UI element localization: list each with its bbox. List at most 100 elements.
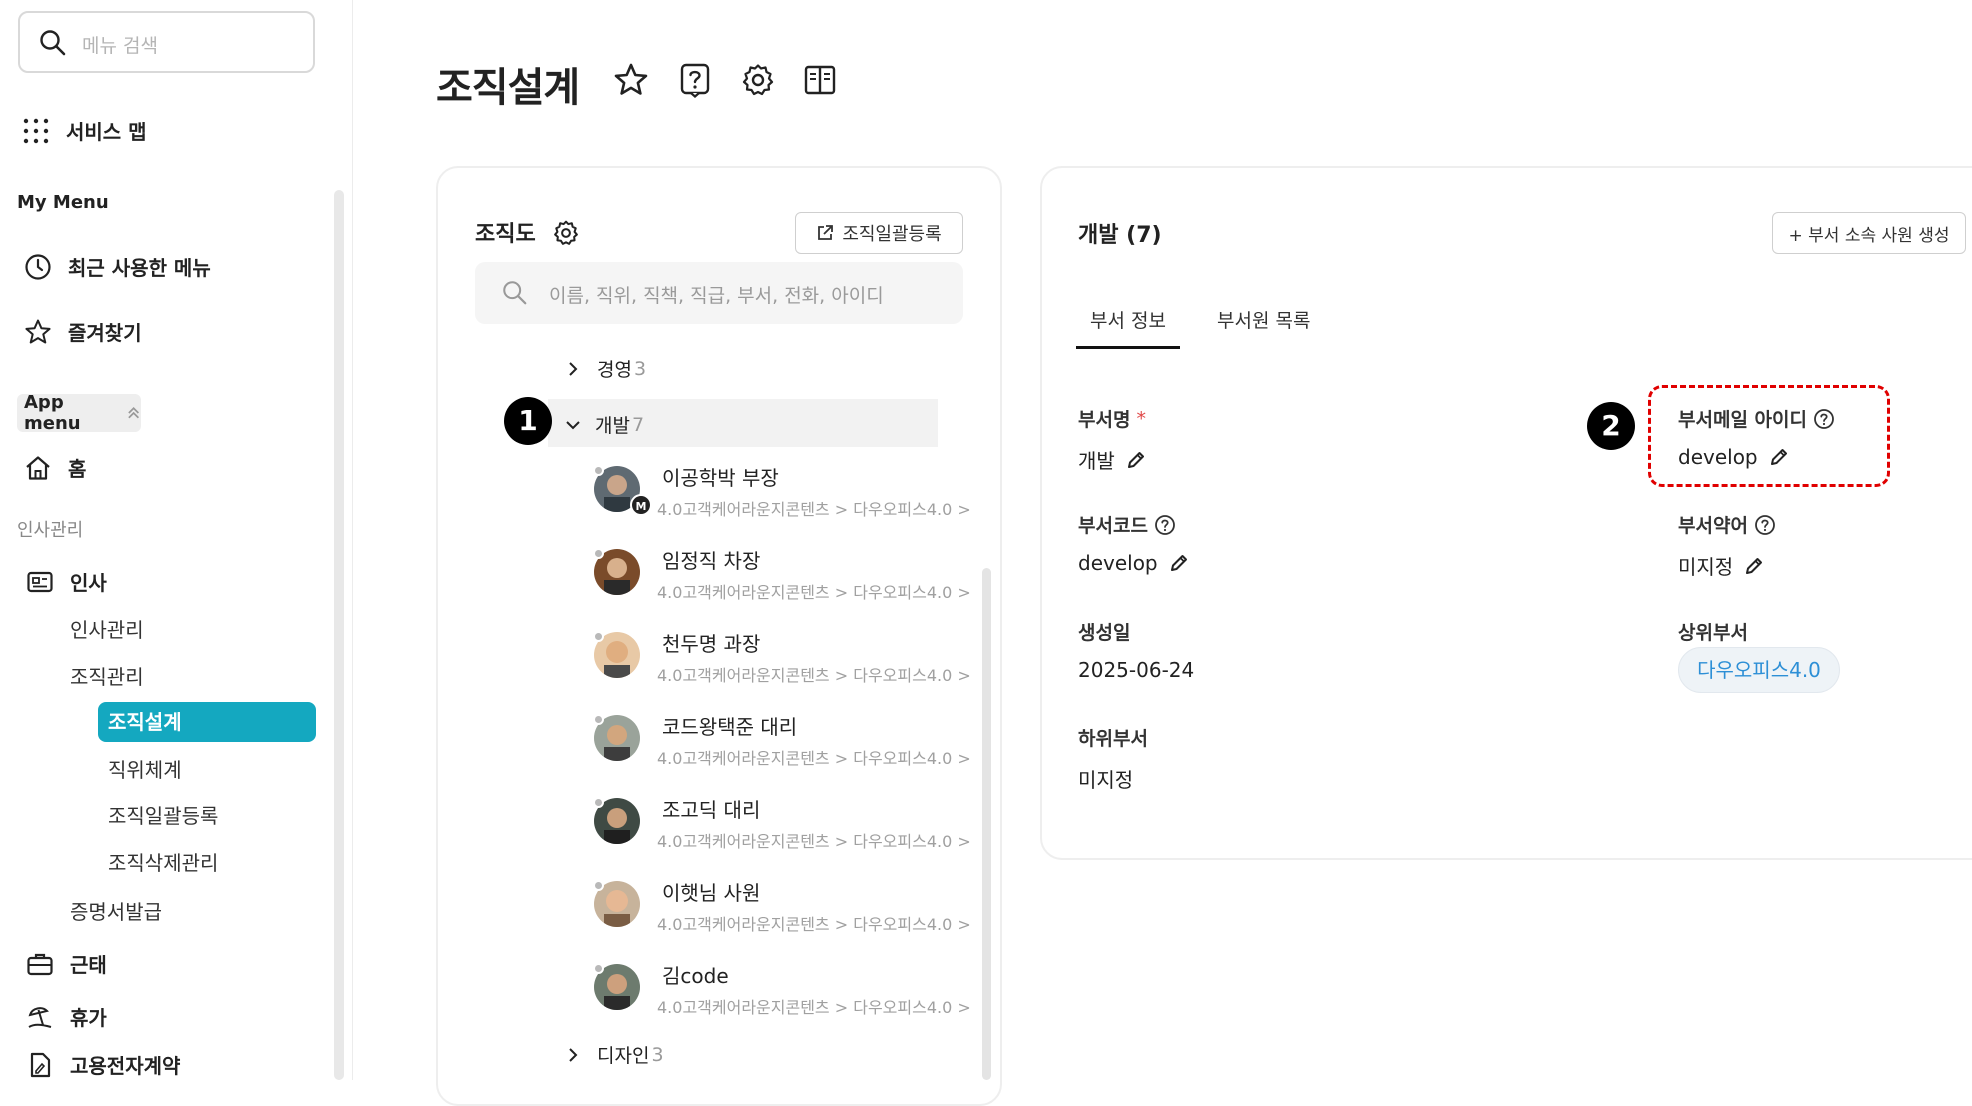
sidebar-item-certificate[interactable]: 증명서발급 [70, 896, 162, 925]
highlight-dashed-box [1648, 385, 1890, 487]
department-name-label: 부서명 * [1078, 405, 1146, 432]
org-tree-scrollbar[interactable] [982, 568, 991, 1080]
vacation-menu[interactable]: 휴가 [26, 1002, 107, 1031]
list-item[interactable]: M 이공학박 부장 4.0고객케어라운지콘텐츠 > 다우오피스4.0 > [593, 465, 984, 536]
create-department-employee-label: + 부서 소속 사원 생성 [1788, 225, 1950, 246]
chevron-right-icon [569, 1047, 578, 1062]
tab-department-members[interactable]: 부서원 목록 [1217, 306, 1310, 333]
sidebar-item-org-bulk-register[interactable]: 조직일괄등록 [108, 800, 218, 829]
service-map-link[interactable]: 서비스 맵 [22, 116, 147, 145]
field-label-text: 부서메일 아이디 [1678, 409, 1807, 431]
tree-node-count: 3 [633, 357, 647, 380]
briefcase-icon [27, 953, 53, 975]
sidebar-item-org-management[interactable]: 조직관리 [70, 661, 144, 690]
status-dot [593, 714, 604, 725]
employee-name: 김code [662, 964, 729, 988]
help-circle-icon[interactable] [1754, 514, 1776, 536]
tab-department-info[interactable]: 부서 정보 [1090, 306, 1166, 333]
field-label-text: 부서약어 [1678, 515, 1748, 537]
favorites-label: 즐겨찾기 [68, 321, 142, 345]
list-item[interactable]: 김code 4.0고객케어라운지콘텐츠 > 다우오피스4.0 > [593, 963, 984, 1034]
sidebar: 메뉴 검색 서비스 맵 My Menu 최근 사용한 메뉴 즐겨찾기 App m… [0, 0, 353, 1080]
manager-badge: M [630, 494, 652, 516]
book-icon[interactable] [802, 62, 838, 98]
hr-management-caption: 인사관리 [17, 520, 84, 541]
tree-node-development[interactable]: 개발 7 [563, 411, 644, 438]
tree-node-design[interactable]: 디자인 3 [563, 1041, 664, 1068]
gear-icon[interactable] [552, 219, 580, 247]
parent-department-chip[interactable]: 다우오피스4.0 [1678, 647, 1840, 693]
org-bulk-register-label: 조직일괄등록 [842, 224, 942, 245]
org-chart-title: 조직도 [475, 222, 536, 247]
field-value-text: 개발 [1078, 449, 1115, 473]
favorites-link[interactable]: 즐겨찾기 [24, 317, 142, 346]
star-icon[interactable] [613, 62, 649, 98]
tree-node-label: 경영 [597, 359, 632, 381]
my-menu-heading: My Menu [17, 192, 109, 213]
vacation-label: 휴가 [70, 1006, 107, 1030]
beach-icon [28, 1006, 52, 1028]
list-item[interactable]: 조고딕 대리 4.0고객케어라운지콘텐츠 > 다우오피스4.0 > [593, 797, 984, 868]
attendance-menu[interactable]: 근태 [26, 949, 107, 978]
department-name-value: 개발 [1078, 445, 1147, 474]
chevron-down-icon [566, 420, 580, 429]
home-link[interactable]: 홈 [24, 453, 86, 482]
gear-icon[interactable] [740, 62, 776, 98]
sidebar-item-position-system[interactable]: 직위체계 [108, 754, 182, 783]
required-mark: * [1136, 407, 1146, 430]
chevron-right-icon [569, 361, 578, 376]
parent-department-label: 상위부서 [1678, 622, 1748, 644]
org-search-placeholder: 이름, 직위, 직책, 직급, 부서, 전화, 아이디 [549, 285, 884, 307]
status-dot [593, 880, 604, 891]
help-circle-icon[interactable] [1813, 408, 1835, 430]
menu-search-input[interactable]: 메뉴 검색 [18, 11, 315, 73]
tree-node-management[interactable]: 경영 3 [563, 355, 646, 382]
contract-menu[interactable]: 고용전자계약 [26, 1050, 180, 1079]
department-title: 개발 (7) [1078, 223, 1162, 248]
tree-node-label: 개발 [595, 415, 630, 437]
search-icon [40, 30, 66, 56]
org-search-input[interactable]: 이름, 직위, 직책, 직급, 부서, 전화, 아이디 [475, 262, 963, 324]
list-item[interactable]: 임정직 차장 4.0고객케어라운지콘텐츠 > 다우오피스4.0 > [593, 548, 984, 619]
hr-menu[interactable]: 인사 [26, 567, 107, 596]
pencil-icon[interactable] [1743, 555, 1765, 577]
department-mail-label: 부서메일 아이디 [1678, 405, 1835, 432]
list-item[interactable]: 코드왕택준 대리 4.0고객케어라운지콘텐츠 > 다우오피스4.0 > [593, 714, 984, 785]
clock-icon [25, 253, 51, 280]
department-abbr-value: 미지정 [1678, 551, 1765, 580]
help-circle-icon[interactable] [1154, 514, 1176, 536]
list-item[interactable]: 이햇님 사원 4.0고객케어라운지콘텐츠 > 다우오피스4.0 > [593, 880, 984, 951]
sidebar-scrollbar[interactable] [334, 190, 344, 1080]
callout-marker-1: 1 [504, 397, 552, 445]
field-value-text: 미지정 [1678, 555, 1734, 579]
contract-label: 고용전자계약 [70, 1054, 181, 1078]
menu-search-placeholder: 메뉴 검색 [82, 35, 158, 57]
pencil-icon[interactable] [1125, 449, 1147, 471]
status-dot [593, 797, 604, 808]
list-item[interactable]: 천두명 과장 4.0고객케어라운지콘텐츠 > 다우오피스4.0 > [593, 631, 984, 702]
org-bulk-register-button[interactable]: 조직일괄등록 [795, 212, 963, 254]
sidebar-item-org-design[interactable]: 조직설계 [98, 702, 316, 742]
employee-path: 4.0고객케어라운지콘텐츠 > 다우오피스4.0 > [657, 915, 971, 934]
sidebar-item-hr-management[interactable]: 인사관리 [70, 614, 144, 643]
app-menu-toggle[interactable]: App menu [17, 392, 141, 434]
employee-name: 천두명 과장 [662, 632, 761, 656]
pencil-icon[interactable] [1168, 552, 1190, 574]
employee-path: 4.0고객케어라운지콘텐츠 > 다우오피스4.0 > [657, 500, 971, 519]
field-value-text: develop [1678, 445, 1758, 469]
star-icon [25, 319, 51, 343]
id-card-icon [27, 571, 53, 592]
home-label: 홈 [68, 457, 87, 481]
pencil-icon[interactable] [1768, 446, 1790, 468]
create-department-employee-button[interactable]: + 부서 소속 사원 생성 [1772, 212, 1966, 254]
child-department-label: 하위부서 [1078, 728, 1148, 750]
department-code-value: develop [1078, 551, 1190, 575]
external-link-icon [818, 225, 834, 240]
sidebar-item-org-delete-management[interactable]: 조직삭제관리 [108, 847, 218, 876]
status-dot [593, 963, 604, 974]
employee-name: 이햇님 사원 [662, 881, 761, 905]
status-dot [593, 631, 604, 642]
recent-menu-link[interactable]: 최근 사용한 메뉴 [24, 252, 211, 281]
tree-node-label: 디자인 [597, 1045, 650, 1067]
help-icon[interactable] [677, 62, 713, 98]
